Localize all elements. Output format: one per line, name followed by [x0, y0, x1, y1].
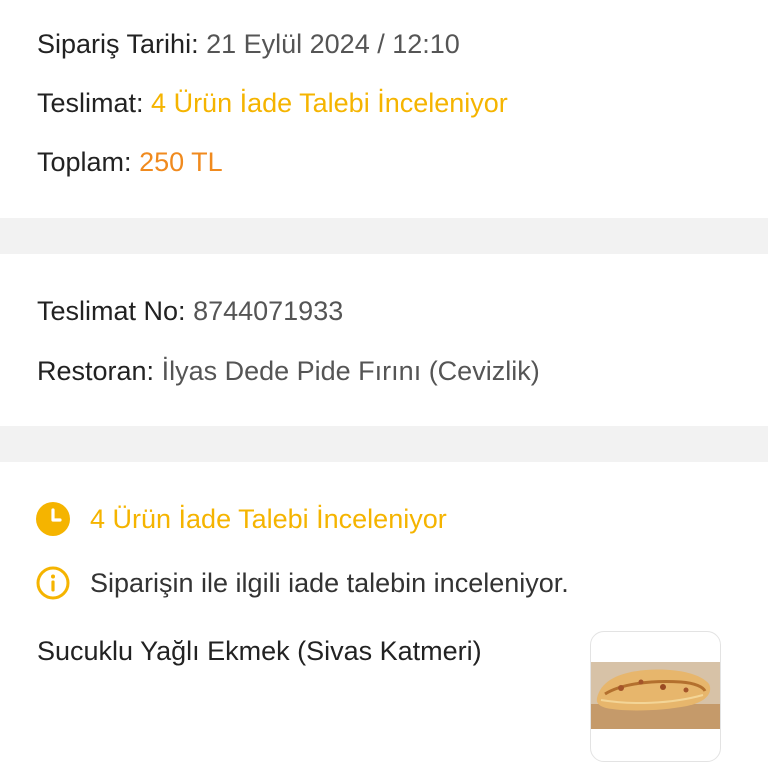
order-summary-section: Sipariş Tarihi: 21 Eylül 2024 / 12:10 Te… [0, 0, 768, 218]
refund-status-title-row: 4 Ürün İade Talebi İnceleniyor [36, 502, 447, 536]
delivery-no-value: 8744071933 [193, 296, 344, 326]
order-detail-page: Sipariş Tarihi: 21 Eylül 2024 / 12:10 Te… [0, 0, 768, 768]
refund-info-text: Siparişin ile ilgili iade talebin incele… [90, 567, 569, 598]
total-row: Toplam: 250 TL [37, 145, 223, 179]
order-date-value: 21 Eylül 2024 / 12:10 [206, 29, 460, 59]
total-label: Toplam: [37, 147, 132, 177]
refund-status-title: 4 Ürün İade Talebi İnceleniyor [90, 503, 447, 534]
product-image[interactable] [590, 631, 721, 762]
section-divider [0, 218, 768, 254]
delivery-info-section: Teslimat No: 8744071933 Restoran: İlyas … [0, 254, 768, 426]
total-value: 250 TL [139, 147, 223, 177]
delivery-no-row: Teslimat No: 8744071933 [37, 294, 343, 328]
delivery-no-label: Teslimat No: [37, 296, 186, 326]
delivery-status-value: 4 Ürün İade Talebi İnceleniyor [151, 88, 508, 118]
restaurant-row: Restoran: İlyas Dede Pide Fırını (Cevizl… [37, 354, 540, 388]
delivery-status-label: Teslimat: [37, 88, 144, 118]
info-icon [36, 566, 70, 600]
product-name[interactable]: Sucuklu Yağlı Ekmek (Sivas Katmeri) [37, 636, 482, 667]
section-divider [0, 426, 768, 462]
refund-info-row: Siparişin ile ilgili iade talebin incele… [36, 566, 569, 600]
clock-icon [36, 502, 70, 536]
restaurant-label: Restoran: [37, 356, 155, 386]
order-date-label: Sipariş Tarihi: [37, 29, 199, 59]
product-photo [591, 662, 720, 729]
restaurant-value: İlyas Dede Pide Fırını (Cevizlik) [161, 356, 540, 386]
delivery-status-row: Teslimat: 4 Ürün İade Talebi İnceleniyor [37, 86, 508, 120]
order-date-row: Sipariş Tarihi: 21 Eylül 2024 / 12:10 [37, 27, 460, 61]
